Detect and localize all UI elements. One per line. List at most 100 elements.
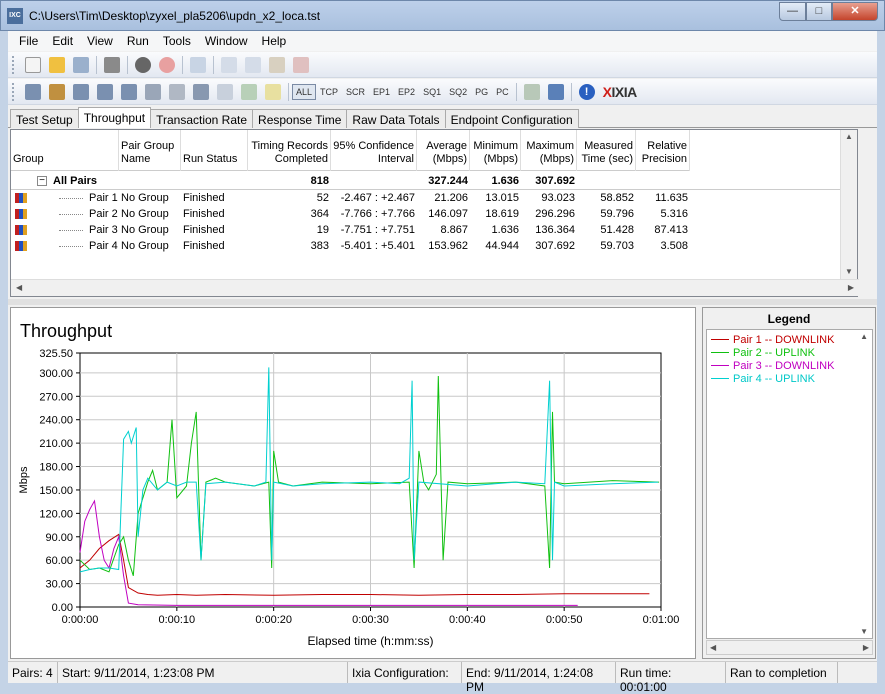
swap-icon[interactable] (217, 83, 233, 100)
table-row[interactable]: Pair 3 No Group Finished 19 -7.751 : +7.… (11, 222, 690, 238)
y-tick-label: 60.00 (45, 555, 73, 567)
legend-label: Pair 2 -- UPLINK (733, 346, 815, 359)
status-end: End: 9/11/2014, 1:24:08 PM (462, 662, 616, 694)
throughput-chart-pane: Throughput 0.00 30.00 60.00 90.00 120.00 150.… (10, 307, 696, 659)
col-minimum[interactable]: Minimum (Mbps) (470, 130, 521, 171)
add-pair-icon[interactable] (25, 83, 41, 100)
add-multicast-icon[interactable] (49, 83, 65, 100)
open-folder-icon[interactable] (49, 56, 65, 73)
col-average[interactable]: Average (Mbps) (417, 130, 470, 171)
filter-sq2-button[interactable]: SQ2 (445, 87, 471, 97)
save-icon[interactable] (73, 56, 89, 73)
new-file-icon[interactable] (25, 56, 41, 73)
x-tick-label: 0:00:40 (449, 614, 486, 626)
stop-icon[interactable] (159, 56, 175, 73)
info-icon[interactable]: ! (578, 83, 595, 100)
tab-test-setup[interactable]: Test Setup (10, 109, 79, 128)
col-timing-records[interactable]: Timing Records Completed (248, 130, 331, 171)
filter-scr-button[interactable]: SCR (342, 87, 369, 97)
scroll-down-arrow[interactable]: ▼ (845, 267, 853, 276)
menu-file[interactable]: File (12, 31, 45, 51)
scroll-left-arrow[interactable]: ◀ (16, 283, 22, 292)
table-row[interactable]: Pair 2 No Group Finished 364 -7.766 : +7… (11, 206, 690, 222)
pair-name: Pair 1 (89, 192, 118, 204)
col-relative-precision[interactable]: Relative Precision (636, 130, 690, 171)
sort-numeric-icon[interactable] (265, 83, 281, 100)
filter-pg-button[interactable]: PG (471, 87, 492, 97)
legend-item-pair-4[interactable]: Pair 4 -- UPLINK (707, 372, 872, 385)
col-run-status[interactable]: Run Status (181, 130, 248, 171)
scroll-up-arrow[interactable]: ▲ (845, 132, 853, 141)
pair-group-icon[interactable] (121, 83, 137, 100)
menu-window[interactable]: Window (198, 31, 255, 51)
filter-ep1-button[interactable]: EP1 (369, 87, 394, 97)
run-icon[interactable] (135, 56, 151, 73)
print-icon[interactable] (104, 56, 120, 73)
compare-icon[interactable] (193, 83, 209, 100)
delete-icon[interactable] (293, 56, 309, 73)
table-row[interactable]: Pair 1 No Group Finished 52 -2.467 : +2.… (11, 190, 690, 206)
cut-icon[interactable] (221, 56, 237, 73)
menu-help[interactable]: Help (255, 31, 294, 51)
collapse-toggle[interactable]: − (37, 176, 47, 186)
summary-row[interactable]: − All Pairs 818 327.244 1.636 307.692 (11, 173, 577, 189)
x-tick-label: 0:00:30 (352, 614, 389, 626)
grid-vertical-scrollbar[interactable]: ▲ ▼ (840, 130, 857, 296)
close-button[interactable]: ✕ (832, 2, 878, 21)
maximum: 93.023 (541, 192, 575, 204)
legend-label: Pair 4 -- UPLINK (733, 372, 815, 385)
relative-precision: 5.316 (660, 208, 688, 220)
scroll-right-arrow[interactable]: ▶ (848, 283, 854, 292)
legend-item-pair-3[interactable]: Pair 3 -- DOWNLINK (707, 359, 872, 372)
table-row[interactable]: Pair 4 No Group Finished 383 -5.401 : +5… (11, 238, 690, 254)
col-measured-time[interactable]: Measured Time (sec) (577, 130, 636, 171)
col-group[interactable]: Group (11, 130, 119, 171)
x-axis-label: Elapsed time (h:mm:ss) (307, 634, 433, 648)
edit-script-icon[interactable] (169, 83, 185, 100)
grid-horizontal-scrollbar[interactable]: ◀ ▶ (11, 279, 859, 296)
tab-transaction-rate[interactable]: Transaction Rate (150, 109, 254, 128)
toolbar-grip[interactable] (12, 55, 15, 74)
menu-run[interactable]: Run (120, 31, 156, 51)
legend-item-pair-1[interactable]: Pair 1 -- DOWNLINK (707, 333, 872, 346)
filter-sq1-button[interactable]: SQ1 (419, 87, 445, 97)
minimum: 18.619 (485, 208, 519, 220)
save-results-icon[interactable] (547, 83, 564, 100)
menu-view[interactable]: View (80, 31, 120, 51)
legend-scroll-up[interactable]: ▲ (860, 332, 868, 341)
tab-endpoint-configuration[interactable]: Endpoint Configuration (444, 109, 579, 128)
export-icon[interactable] (523, 83, 540, 100)
legend-scroll-right[interactable]: ▶ (863, 643, 869, 652)
menu-edit[interactable]: Edit (45, 31, 80, 51)
minimize-button[interactable]: — (779, 2, 806, 21)
tab-throughput[interactable]: Throughput (77, 107, 152, 128)
copy-icon[interactable] (245, 56, 261, 73)
filter-pc-button[interactable]: PC (492, 87, 513, 97)
legend-swatch (711, 378, 729, 379)
legend-pane: Legend Pair 1 -- DOWNLINK Pair 2 -- UPLI… (702, 307, 876, 659)
legend-scroll-down[interactable]: ▼ (860, 627, 868, 636)
pane-splitter[interactable] (8, 299, 877, 305)
menu-tools[interactable]: Tools (156, 31, 198, 51)
filter-all-button[interactable]: ALL (292, 83, 317, 100)
col-maximum[interactable]: Maximum (Mbps) (521, 130, 577, 171)
maximize-button[interactable]: □ (806, 2, 832, 21)
legend-horizontal-scrollbar[interactable]: ◀ ▶ (706, 640, 873, 655)
legend-scroll-left[interactable]: ◀ (710, 643, 716, 652)
legend-item-pair-2[interactable]: Pair 2 -- UPLINK (707, 346, 872, 359)
filter-tcp-button[interactable]: TCP (316, 87, 342, 97)
filter-ep2-button[interactable]: EP2 (394, 87, 419, 97)
toolbar-grip[interactable] (12, 82, 15, 101)
col-pair-group-name[interactable]: Pair Group Name (119, 130, 181, 171)
script-icon[interactable] (145, 83, 161, 100)
edit-pair-icon[interactable] (73, 83, 89, 100)
tab-response-time[interactable]: Response Time (252, 109, 348, 128)
toolbar-separator (96, 55, 97, 74)
network-icon[interactable] (97, 83, 113, 100)
refresh-icon[interactable] (190, 56, 206, 73)
col-confidence-interval[interactable]: 95% Confidence Interval (331, 130, 417, 171)
x-tick-label: 0:00:20 (255, 614, 292, 626)
tab-raw-data-totals[interactable]: Raw Data Totals (346, 109, 446, 128)
check-icon[interactable] (241, 83, 257, 100)
paste-icon[interactable] (269, 56, 285, 73)
